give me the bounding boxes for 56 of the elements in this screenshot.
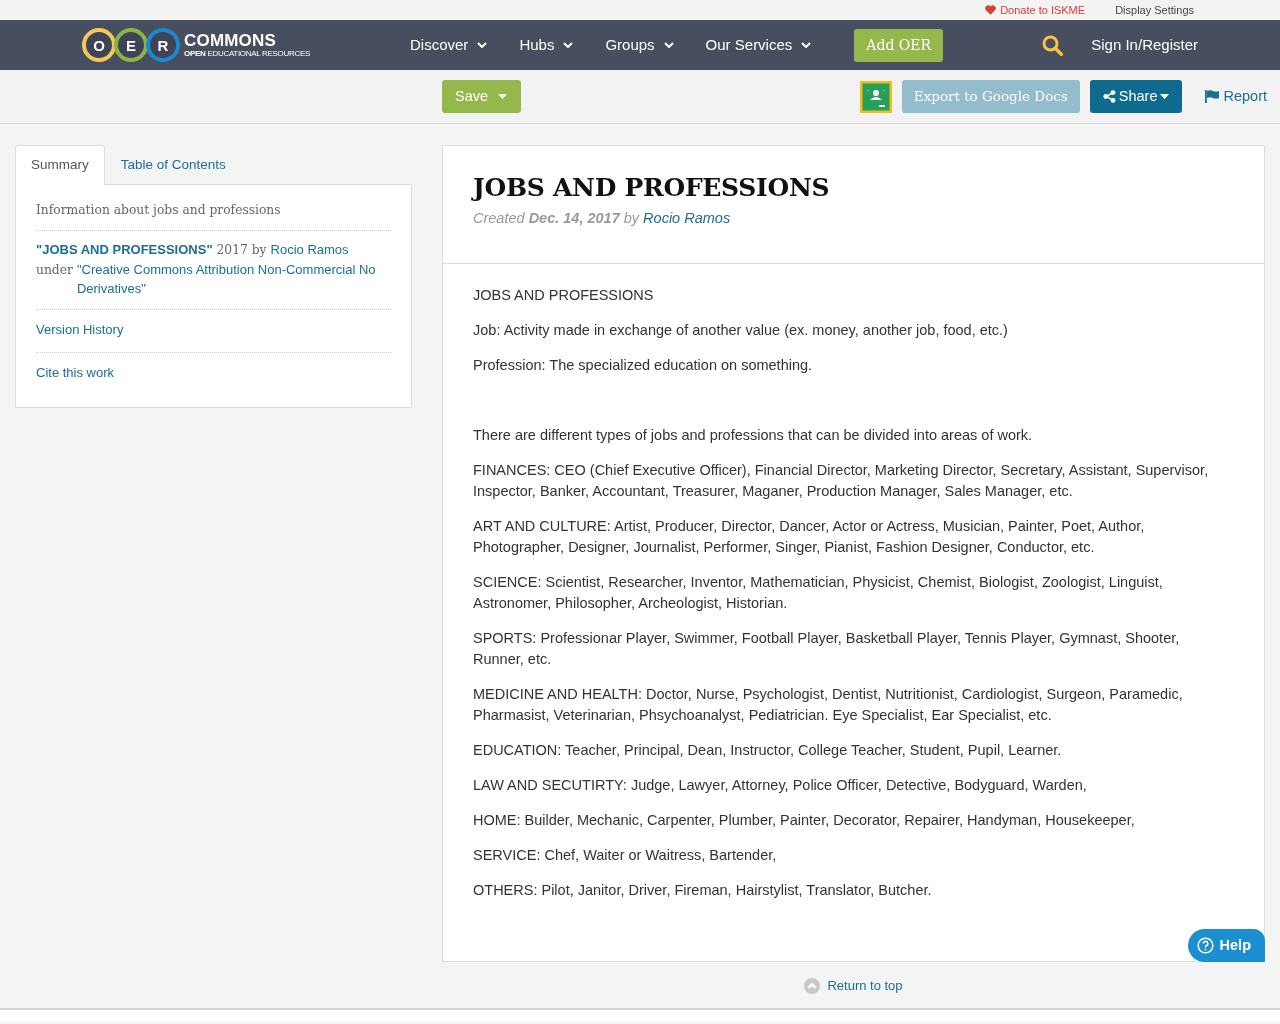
logo-ring[interactable]: R	[146, 28, 180, 62]
resource-description: Information about jobs and professions	[36, 202, 282, 219]
chevron-down-icon	[801, 42, 812, 48]
body-paragraph: SPORTS: Professionar Player, Swimmer, Football Player, Basketball Player, Tennis Player, Gymnast, Shooter, Runner, etc.	[473, 629, 1181, 669]
nav-menu-link[interactable]: Discover	[410, 33, 488, 57]
search-icon[interactable]	[1042, 34, 1064, 56]
nav-menu-link[interactable]: Our Services	[705, 33, 812, 57]
body-paragraph: Job: Activity made in exchange of another value (ex. money, another job, food, etc.)	[473, 321, 1009, 340]
body-paragraph: ART AND CULTURE: Artist, Producer, Director, Dancer, Actor or Actress, Musician, Painter, Poet, Author, Photographer, Designer, Journalist, Performer, Singer, Pianist, Fashion Designer, Conductor, etc.	[473, 517, 1146, 557]
chevron-down-icon	[563, 42, 574, 48]
flag-icon	[1205, 90, 1220, 103]
chevron-up-circle-icon	[804, 977, 821, 994]
share-icon	[1102, 90, 1116, 103]
sidebar-tab[interactable]: Table of Contents	[104, 145, 242, 185]
author-link[interactable]: Rocio Ramos	[270, 240, 349, 260]
body-paragraph: SERVICE: Chef, Waiter or Waitress, Bartender,	[473, 846, 778, 865]
body-paragraph: FINANCES: CEO (Chief Executive Officer), Financial Director, Marketing Director, Secretary, Assistant, Supervisor, Inspector, Banker, Accountant, Treasurer, Maganer, Production Manager, Sales Manager, etc.	[473, 461, 1210, 501]
donate-link[interactable]: Donate to ISKME	[985, 1, 1086, 19]
caret-icon	[498, 94, 508, 99]
presenter-board-icon[interactable]	[859, 80, 892, 113]
resource-title: JOBS AND PROFESSIONS	[473, 173, 831, 203]
body-paragraph: Profession: The specialized education on something.	[473, 356, 814, 375]
logo-ring[interactable]: E	[114, 28, 148, 62]
body-paragraph: SCIENCE: Scientist, Researcher, Inventor, Mathematician, Physicist, Chemist, Biologist, Zoologist, Linguist, Astronomer, Philosopher, Archeologist, Historian.	[473, 573, 1164, 613]
body-paragraph: OTHERS: Pilot, Janitor, Driver, Fireman, Hairstylist, Translator, Butcher.	[473, 881, 933, 900]
created-line: Created Dec. 14, 2017 by Rocio Ramos	[473, 209, 732, 228]
citation-text: 2017 by	[216, 242, 267, 260]
return-to-top-link[interactable]: Return to top	[804, 976, 903, 996]
body-paragraph: EDUCATION: Teacher, Principal, Dean, Instructor, College Teacher, Student, Pupil, Learner.	[473, 741, 1063, 760]
sign-in-link[interactable]: Sign In/Register	[1091, 33, 1198, 57]
sidebar-link[interactable]: Version History	[36, 322, 124, 338]
nav-menu-link[interactable]: Hubs	[519, 33, 574, 57]
help-button[interactable]: Help	[1187, 929, 1265, 962]
logo-wordmark[interactable]: COMMONS	[184, 32, 310, 49]
citation-text: under	[36, 262, 73, 280]
chevron-down-icon	[477, 42, 488, 48]
chevron-down-icon	[663, 42, 674, 48]
display-settings-link[interactable]: Display Settings	[1115, 1, 1194, 19]
sidebar-tab[interactable]: Summary	[15, 145, 105, 185]
license-link[interactable]: "Creative Commons Attribution Non-Commercial No Derivatives"	[76, 260, 391, 299]
help-icon	[1196, 937, 1214, 954]
sidebar-link[interactable]: Cite this work	[36, 365, 115, 381]
logo-tagline[interactable]: OPEN EDUCATIONAL RESOURCES	[184, 49, 310, 58]
caret-icon	[1160, 94, 1170, 99]
body-paragraph: There are different types of jobs and professions that can be divided into areas of work.	[473, 426, 1034, 445]
report-link[interactable]: Report	[1205, 85, 1267, 108]
logo-ring[interactable]: O	[82, 28, 116, 62]
body-paragraph: LAW AND SECUTIRTY: Judge, Lawyer, Attorney, Police Officer, Detective, Bodyguard, Warden,	[473, 776, 1088, 795]
author-link[interactable]: Rocio Ramos	[643, 210, 731, 226]
body-paragraph: HOME: Builder, Mechanic, Carpenter, Plumber, Painter, Decorator, Repairer, Handyman, Housekeeper,	[473, 811, 1136, 830]
nav-menu-link[interactable]: Groups	[605, 33, 674, 57]
heart-icon	[985, 5, 997, 15]
body-paragraph: MEDICINE AND HEALTH: Doctor, Nurse, Psychologist, Dentist, Nutritionist, Cardiologist, Surgeon, Paramedic, Pharmasist, Veterinarian, Phsychoanalyst, Pediatrician. Eye Specialist, Ear Specialist, etc.	[473, 685, 1184, 725]
share-button[interactable]: Share	[1089, 80, 1183, 113]
resource-title-link[interactable]: "JOBS AND PROFESSIONS"	[36, 240, 213, 260]
body-paragraph: JOBS AND PROFESSIONS	[473, 286, 655, 305]
